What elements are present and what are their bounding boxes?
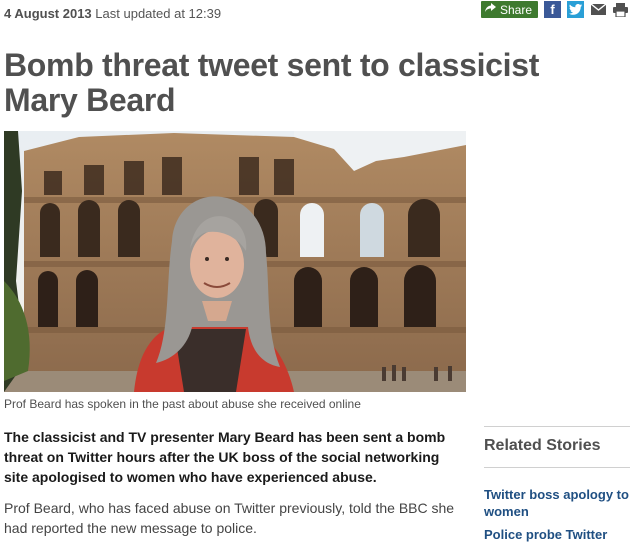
share-label: Share	[499, 2, 532, 17]
related-link[interactable]: Twitter boss apology to women	[484, 486, 630, 520]
related-stories: Related Stories Twitter boss apology to …	[484, 426, 630, 545]
facebook-icon[interactable]: f	[544, 1, 561, 18]
article-meta-bar: 4 August 2013 Last updated at 12:39 Shar…	[4, 0, 634, 28]
share-button[interactable]: Share	[480, 1, 538, 18]
email-icon[interactable]	[590, 2, 606, 18]
share-arrow-icon	[484, 3, 496, 16]
divider	[484, 467, 630, 468]
related-link[interactable]: Police probe Twitter	[484, 526, 630, 543]
image-caption: Prof Beard has spoken in the past about …	[4, 397, 361, 411]
dateline: 4 August 2013 Last updated at 12:39	[4, 6, 221, 21]
twitter-icon[interactable]	[567, 1, 584, 18]
related-stories-title: Related Stories	[484, 437, 601, 454]
related-links-list: Twitter boss apology to women Police pro…	[484, 486, 630, 543]
article-image	[4, 131, 466, 392]
share-tools: Share f	[480, 1, 628, 18]
article-paragraph: Prof Beard, who has faced abuse on Twitt…	[4, 500, 455, 536]
article-date: 4 August 2013	[4, 6, 92, 21]
print-icon[interactable]	[612, 2, 628, 18]
article-intro: The classicist and TV presenter Mary Bea…	[4, 429, 446, 485]
last-updated: Last updated at 12:39	[95, 6, 222, 21]
article-headline: Bomb threat tweet sent to classicist Mar…	[4, 47, 540, 118]
